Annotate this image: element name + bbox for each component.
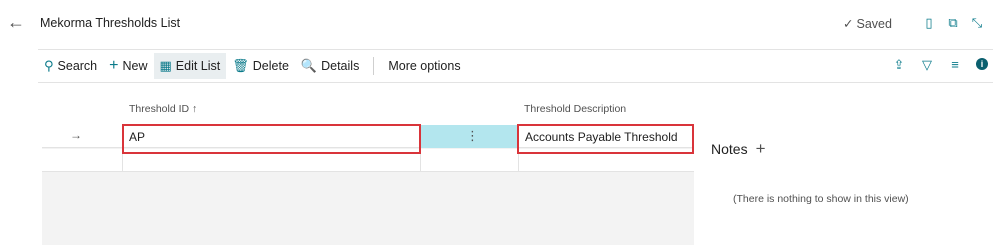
back-button[interactable]: ← [4,10,28,34]
details-button[interactable]: 🔍 Details [295,53,365,79]
page-card: Mekorma Thresholds List ✓ Saved ▯ ⧉ ⤡ ⚲ … [28,0,1000,245]
more-options-button[interactable]: More options [382,53,466,79]
column-header-threshold-description[interactable]: Threshold Description [524,103,626,115]
page-title: Mekorma Thresholds List [40,16,181,30]
notes-empty-message: (There is nothing to show in this view) [733,193,909,205]
new-button[interactable]: + New [103,53,153,79]
more-options-label: More options [388,59,461,73]
open-in-new-window-icon[interactable]: ⧉ [945,14,961,32]
delete-button[interactable]: 🗑 Delete [226,53,295,79]
collapse-icon[interactable]: ⤡ [969,14,985,32]
plus-icon: + [109,57,119,74]
trash-icon: 🗑 [232,58,249,73]
details-label: Details [321,59,360,73]
checkmark-icon: ✓ [843,17,854,31]
notes-title: Notes [711,141,748,157]
saved-status: ✓ Saved [843,16,892,32]
empty-cell[interactable] [420,149,518,172]
edit-list-label: Edit List [175,59,221,73]
column-header-threshold-id[interactable]: Threshold ID ↑ [129,103,197,115]
notes-header: Notes + [711,139,766,159]
filter-icon[interactable]: ▽ [920,57,934,73]
sort-ascending-icon: ↑ [192,103,198,115]
share-icon[interactable]: ⇪ [892,57,906,73]
search-button[interactable]: ⚲ Search [38,53,103,79]
add-note-plus-icon[interactable]: + [756,139,766,159]
search-label: Search [57,59,98,73]
arrow-left-icon: ← [7,11,25,32]
search-icon: ⚲ [44,58,54,73]
highlight-box-threshold-description [517,124,694,154]
info-icon[interactable]: i [976,58,988,70]
edit-list-icon: ▦ [159,58,172,73]
title-bar: Mekorma Thresholds List ✓ Saved ▯ ⧉ ⤡ [28,0,1000,50]
list-icon[interactable]: ≡ [948,57,962,73]
highlight-box-threshold-id [122,124,421,154]
new-label: New [122,59,148,73]
row-selector-arrow-icon[interactable]: → [70,128,82,142]
edit-list-button[interactable]: ▦ Edit List [153,53,227,79]
delete-label: Delete [252,59,289,73]
view-actions: ⇪ ▽ ≡ i [892,57,988,73]
kebab-menu-icon[interactable]: ⋮ [466,128,479,144]
details-icon: 🔍 [300,58,318,73]
separator [373,57,375,75]
saved-label: Saved [856,16,892,31]
bookmark-icon[interactable]: ▯ [921,14,937,32]
divider [38,82,993,83]
action-bar: ⚲ Search + New ▦ Edit List 🗑 Delete 🔍 De… [38,50,993,82]
